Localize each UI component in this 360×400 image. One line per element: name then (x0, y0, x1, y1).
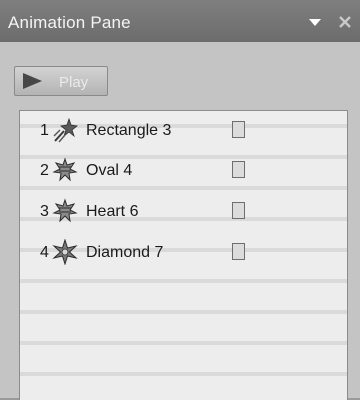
pane-title-bar: Animation Pane (0, 0, 360, 42)
burst-star-icon (52, 157, 78, 183)
burst-star-icon (52, 198, 78, 224)
animation-item-oval[interactable]: 2 Oval 4 (20, 155, 347, 185)
play-button[interactable]: Play (14, 66, 108, 96)
animation-order-number: 3 (40, 203, 49, 220)
timing-bar[interactable] (232, 161, 245, 178)
timing-bar[interactable] (232, 243, 245, 260)
timing-bar[interactable] (232, 121, 245, 138)
animation-order-number: 4 (40, 244, 49, 261)
animation-item-diamond[interactable]: 4 Diamond 7 (20, 237, 347, 267)
timing-bar[interactable] (232, 202, 245, 219)
animation-item-label: Oval 4 (86, 162, 133, 179)
spark-star-icon (52, 239, 78, 265)
play-icon (23, 73, 42, 89)
close-icon[interactable] (334, 12, 356, 32)
animation-list[interactable]: 1 Rectangle 3 2 Oval 4 3 Heart 6 4 Diamo… (19, 110, 348, 400)
play-label: Play (59, 74, 89, 91)
animation-item-heart[interactable]: 3 Heart 6 (20, 196, 347, 226)
animation-order-number: 2 (40, 162, 49, 179)
animation-item-label: Diamond 7 (86, 244, 164, 261)
animation-pane: Animation Pane Play 1 Rectangle 3 2 Oval… (0, 0, 360, 400)
animation-item-label: Rectangle 3 (86, 122, 172, 139)
pane-title: Animation Pane (8, 13, 131, 32)
pane-options-dropdown-icon[interactable] (306, 14, 324, 30)
animation-item-rectangle[interactable]: 1 Rectangle 3 (20, 115, 347, 145)
animation-order-number: 1 (40, 122, 49, 139)
fly-in-star-icon (52, 117, 78, 143)
animation-item-label: Heart 6 (86, 203, 139, 220)
